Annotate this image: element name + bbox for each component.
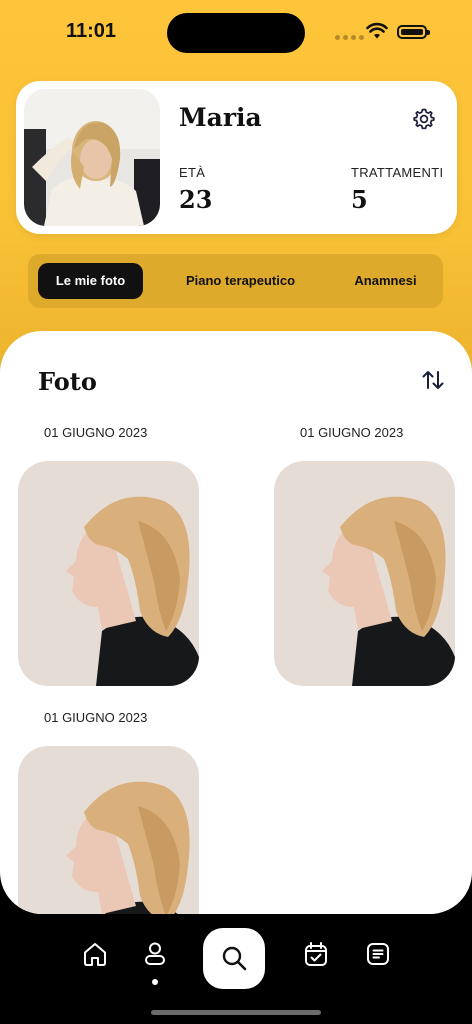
active-indicator xyxy=(152,979,158,985)
photo-date: 01 GIUGNO 2023 xyxy=(44,710,148,725)
signal-icon xyxy=(335,35,364,40)
tab-piano-terapeutico[interactable]: Piano terapeutico xyxy=(168,263,313,299)
profile-card: Maria ETÀ 23 TRATTAMENTI 5 xyxy=(16,81,457,234)
tab-bar: Le mie foto Piano terapeutico Anamnesi xyxy=(28,254,443,308)
profile-name: Maria xyxy=(179,103,262,132)
photo-thumbnail[interactable] xyxy=(18,461,199,686)
battery-icon xyxy=(397,25,430,39)
photos-panel: Foto 01 GIUGNO 2023 01 GIUGNO 2023 01 GI… xyxy=(0,331,472,914)
gear-icon[interactable] xyxy=(412,107,436,131)
search-icon xyxy=(222,946,247,971)
profile-icon[interactable] xyxy=(141,940,169,968)
treatments-label: TRATTAMENTI xyxy=(351,165,444,180)
age-label: ETÀ xyxy=(179,165,206,180)
bottom-nav xyxy=(0,914,472,1024)
notes-icon[interactable] xyxy=(364,940,392,968)
home-icon[interactable] xyxy=(81,940,109,968)
status-time: 11:01 xyxy=(66,20,117,42)
wifi-icon xyxy=(366,22,388,39)
photo-thumbnail[interactable] xyxy=(18,746,199,914)
status-bar: 11:01 xyxy=(0,0,472,64)
age-value: 23 xyxy=(179,185,213,214)
avatar[interactable] xyxy=(24,89,160,226)
photo-date: 01 GIUGNO 2023 xyxy=(44,425,148,440)
tab-anamnesi[interactable]: Anamnesi xyxy=(338,263,433,299)
sort-arrows-icon[interactable] xyxy=(420,367,446,393)
home-indicator xyxy=(151,1010,321,1015)
tab-le-mie-foto[interactable]: Le mie foto xyxy=(38,263,143,299)
search-button[interactable] xyxy=(203,928,265,989)
photo-date: 01 GIUGNO 2023 xyxy=(300,425,404,440)
calendar-check-icon[interactable] xyxy=(302,940,330,968)
photo-thumbnail[interactable] xyxy=(274,461,455,686)
section-title: Foto xyxy=(38,367,97,396)
dynamic-island xyxy=(167,13,305,53)
treatments-value: 5 xyxy=(351,185,368,214)
